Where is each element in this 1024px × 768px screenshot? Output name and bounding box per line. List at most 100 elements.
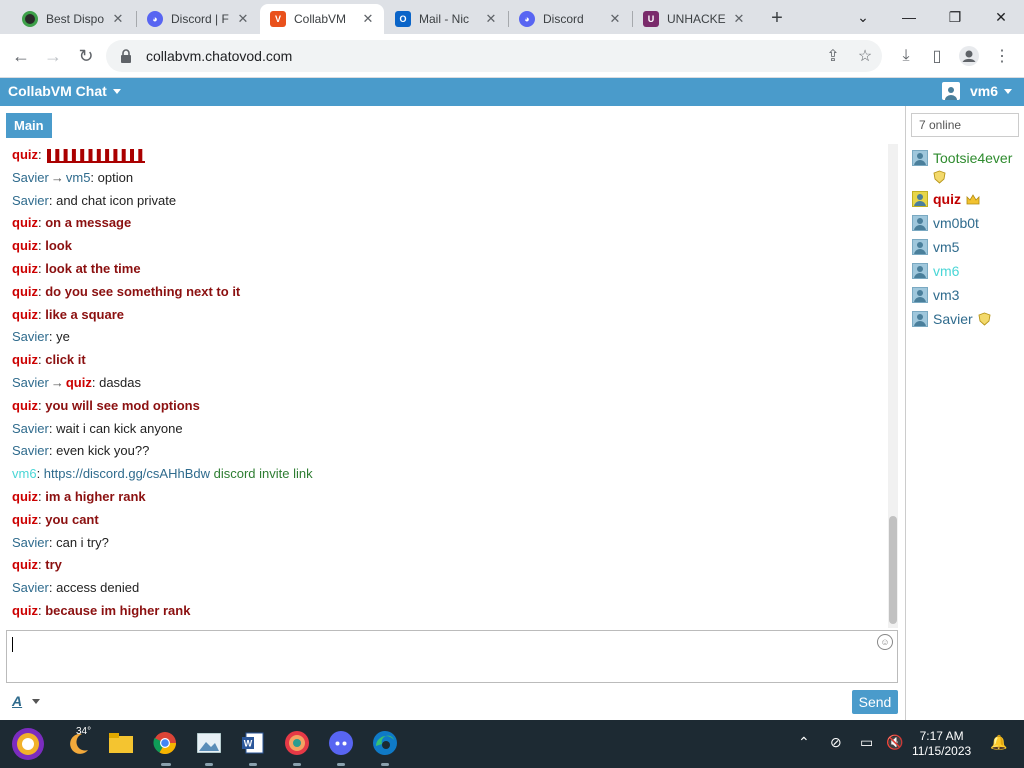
message-author[interactable]: quiz	[12, 489, 38, 504]
edge-icon[interactable]	[370, 728, 400, 758]
message-author[interactable]: Savier	[12, 443, 49, 458]
message-author[interactable]: quiz	[12, 215, 38, 230]
display-icon[interactable]: ▭	[860, 734, 873, 751]
share-icon[interactable]: ⇪	[820, 40, 846, 72]
forward-arrow-icon[interactable]: →	[40, 43, 66, 69]
app-indicator	[381, 763, 389, 766]
volume-icon[interactable]: 🔇	[886, 734, 903, 751]
chrome-icon[interactable]	[150, 728, 180, 758]
message-author[interactable]: Savier	[12, 193, 49, 208]
new-tab-button[interactable]: +	[766, 7, 788, 29]
user-list-item[interactable]: vm3	[912, 285, 1022, 309]
message-author[interactable]: Savier	[12, 535, 49, 550]
message-text: click it	[45, 352, 86, 368]
message-author[interactable]: Savier	[12, 421, 49, 436]
close-icon[interactable]: ✕	[360, 11, 376, 27]
message-recipient[interactable]: quiz	[66, 375, 92, 390]
chat-message: vm6: https://discord.gg/csAHhBdw discord…	[12, 466, 313, 482]
start-menu-icon[interactable]	[10, 726, 46, 762]
chevron-down-icon	[1004, 88, 1012, 94]
message-author[interactable]: vm6	[12, 466, 37, 481]
user-list-item[interactable]: vm0b0t	[912, 213, 1022, 237]
browser-tab[interactable]: U UNHACKE ✕	[633, 4, 755, 34]
font-style-button[interactable]: A	[12, 693, 41, 709]
browser-tab[interactable]: O Mail - Nic ✕	[385, 4, 507, 34]
maximize-button[interactable]: ❐	[932, 4, 978, 30]
message-recipient[interactable]: vm5	[66, 170, 91, 185]
image-app-icon[interactable]	[194, 728, 224, 758]
room-tab-main[interactable]: Main	[6, 113, 52, 138]
reload-icon[interactable]: ↻	[73, 43, 99, 69]
system-clock[interactable]: 7:17 AM 11/15/2023	[912, 729, 971, 759]
message-author[interactable]: quiz	[12, 352, 38, 367]
browser-tab[interactable]: Best Dispo ✕	[12, 4, 134, 34]
chat-message: quiz: like a square	[12, 306, 125, 322]
back-arrow-icon[interactable]: ←	[8, 43, 34, 69]
message-author[interactable]: quiz	[12, 557, 38, 572]
chat-message: quiz: look at the time	[12, 260, 141, 276]
message-input[interactable]: ☺	[6, 630, 898, 683]
side-panel-icon[interactable]: ▯	[924, 40, 950, 72]
bookmark-star-icon[interactable]: ☆	[852, 40, 878, 72]
close-icon[interactable]: ✕	[731, 11, 747, 27]
user-list-item[interactable]: vm6	[912, 261, 1022, 285]
crown-icon	[966, 191, 980, 211]
message-author[interactable]: Savier	[12, 170, 49, 185]
message-author[interactable]: quiz	[12, 261, 38, 276]
close-icon[interactable]: ✕	[607, 11, 623, 27]
user-list-item[interactable]: vm5	[912, 237, 1022, 261]
message-author[interactable]: quiz	[12, 307, 38, 322]
scrollbar-thumb[interactable]	[889, 516, 897, 624]
app-title-menu[interactable]: CollabVM Chat	[8, 83, 121, 99]
message-author[interactable]: quiz	[12, 238, 38, 253]
private-arrow-icon: →	[50, 169, 64, 185]
chevron-down-icon	[32, 698, 41, 704]
message-author[interactable]: quiz	[12, 147, 38, 162]
message-author[interactable]: Savier	[12, 375, 49, 390]
discord-icon: ◕	[519, 11, 535, 27]
message-author[interactable]: quiz	[12, 398, 38, 413]
lock-icon[interactable]	[120, 49, 134, 63]
minimize-button[interactable]: —	[886, 4, 932, 30]
download-icon[interactable]: ⤓	[893, 40, 919, 72]
close-window-button[interactable]: ✕	[978, 4, 1024, 30]
chat-message: Savier → quiz: dasdas	[12, 374, 142, 390]
user-menu[interactable]: vm6	[941, 82, 1012, 100]
send-button[interactable]: Send	[852, 690, 898, 714]
message-text: access denied	[56, 580, 140, 596]
notification-icon[interactable]: 🔔	[990, 734, 1007, 751]
network-icon[interactable]: ⊘	[830, 734, 842, 751]
file-explorer-icon[interactable]	[106, 728, 136, 758]
tab-title: Discord	[543, 12, 584, 26]
message-text: wait i can kick anyone	[56, 420, 183, 436]
user-avatar-icon	[912, 287, 928, 304]
message-author[interactable]: quiz	[12, 603, 38, 618]
message-author[interactable]: quiz	[12, 512, 38, 527]
user-list-item[interactable]: Savier	[912, 309, 1022, 333]
tab-search-icon[interactable]: ⌄	[840, 4, 886, 30]
word-icon[interactable]: W	[238, 728, 268, 758]
media-app-icon[interactable]	[282, 728, 312, 758]
message-author[interactable]: quiz	[12, 284, 38, 299]
message-author[interactable]: Savier	[12, 580, 49, 595]
message-link[interactable]: https://discord.gg/csAHhBdw	[44, 466, 210, 481]
close-icon[interactable]: ✕	[235, 11, 251, 27]
profile-icon[interactable]	[956, 40, 982, 72]
text-cursor	[12, 637, 13, 652]
chevron-up-icon[interactable]: ⌃	[798, 734, 810, 751]
address-bar[interactable]: collabvm.chatovod.com	[106, 40, 882, 72]
emoji-icon[interactable]: ☺	[877, 634, 893, 650]
browser-menu-icon[interactable]: ⋮	[989, 40, 1015, 72]
user-list-item[interactable]: Tootsie4ever	[912, 148, 1022, 189]
font-style-label: A	[12, 693, 23, 709]
message-text: try	[45, 557, 62, 573]
close-icon[interactable]: ✕	[110, 11, 126, 27]
close-icon[interactable]: ✕	[483, 11, 499, 27]
user-list-item[interactable]: quiz	[912, 189, 1022, 213]
message-author[interactable]: Savier	[12, 329, 49, 344]
browser-tab[interactable]: ◕ Discord | F ✕	[137, 4, 259, 34]
discord-app-icon[interactable]	[326, 728, 356, 758]
browser-tab-active[interactable]: V CollabVM ✕	[260, 4, 384, 34]
browser-tab[interactable]: ◕ Discord ✕	[509, 4, 631, 34]
chat-message: quiz: you cant	[12, 511, 99, 527]
